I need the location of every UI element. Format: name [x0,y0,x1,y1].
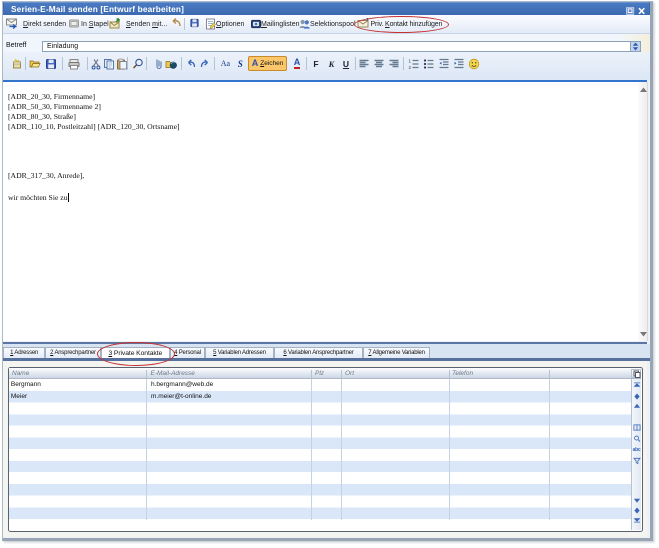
svg-text:2: 2 [409,65,412,70]
svg-text:1: 1 [409,58,412,63]
